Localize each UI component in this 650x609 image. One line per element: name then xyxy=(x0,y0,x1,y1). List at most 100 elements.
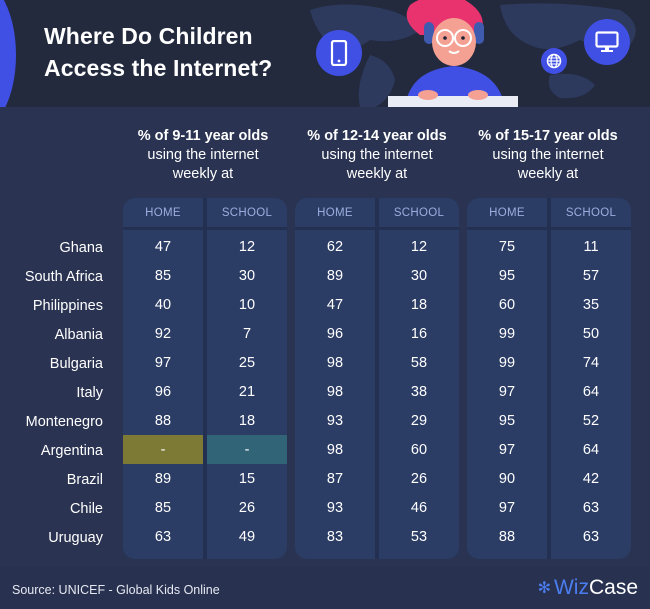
table-cell: 40 xyxy=(154,296,172,313)
table-cell: 47 xyxy=(154,238,172,255)
table-cell: 99 xyxy=(498,325,516,342)
column-header-school: SCHOOL xyxy=(379,198,459,230)
row-label: Italy xyxy=(76,384,103,401)
row-label: Albania xyxy=(54,326,103,343)
group-header-12-14: % of 12-14 year olds using the internet … xyxy=(292,127,462,184)
table-cell: 50 xyxy=(582,325,600,342)
row-label: Ghana xyxy=(59,239,103,256)
table-cell: 7 xyxy=(242,325,252,342)
group-title-line: using the internet xyxy=(492,147,604,163)
column-header-home: HOME xyxy=(467,198,547,230)
table-cell: 96 xyxy=(154,383,172,400)
column-header-school: SCHOOL xyxy=(551,198,631,230)
smartphone-icon-badge xyxy=(316,30,362,76)
source-note: Source: UNICEF - Global Kids Online xyxy=(12,583,220,597)
table-cell: 63 xyxy=(582,528,600,545)
group-title-bold: % of 15-17 year olds xyxy=(478,128,618,144)
row-label: Bulgaria xyxy=(49,355,103,372)
column-header-school: SCHOOL xyxy=(207,198,287,230)
table-cell: 46 xyxy=(410,499,428,516)
row-label: Uruguay xyxy=(48,529,103,546)
table-cell: 97 xyxy=(498,383,516,400)
group-title-line: using the internet xyxy=(321,147,433,163)
group-title-line: using the internet xyxy=(147,147,259,163)
table-cell: 93 xyxy=(326,499,344,516)
column-header-home: HOME xyxy=(123,198,203,230)
table-cell: 90 xyxy=(498,470,516,487)
table-cell: 63 xyxy=(154,528,172,545)
table-cell: 49 xyxy=(238,528,256,545)
title-line-2: Access the Internet? xyxy=(44,55,273,81)
table-cell: 97 xyxy=(498,441,516,458)
group-title-line: weekly at xyxy=(346,166,408,182)
row-label: Brazil xyxy=(66,471,103,488)
table-cell: 87 xyxy=(326,470,344,487)
brand-name-part2: Case xyxy=(588,576,638,599)
table-cell: 10 xyxy=(238,296,256,313)
table-cell: 38 xyxy=(410,383,428,400)
table-cell: - xyxy=(207,435,287,464)
table-cell: 85 xyxy=(154,267,172,284)
table-cell: 88 xyxy=(498,528,516,545)
footer: Source: UNICEF - Global Kids Online ✻ Wi… xyxy=(0,567,650,609)
group-title-bold: % of 9-11 year olds xyxy=(137,128,269,144)
column-home-9-11: HOME 47 85 40 92 97 96 88 - 89 85 63 xyxy=(123,198,203,559)
table-cell: 88 xyxy=(154,412,172,429)
table-cell: 62 xyxy=(326,238,344,255)
table-cell: 93 xyxy=(326,412,344,429)
table-cell: 29 xyxy=(410,412,428,429)
table-cell: 47 xyxy=(326,296,344,313)
table-cell: 18 xyxy=(410,296,428,313)
panel-9-11: HOME 47 85 40 92 97 96 88 - 89 85 63 SCHOOL 12 30 10… xyxy=(123,198,287,559)
table-cell: 98 xyxy=(326,354,344,371)
table-cell: 12 xyxy=(238,238,256,255)
row-label: Chile xyxy=(69,500,103,517)
brand-name-part1: Wiz xyxy=(553,576,589,599)
table-cell: 64 xyxy=(582,441,600,458)
row-label: South Africa xyxy=(24,268,103,285)
row-label: Philippines xyxy=(32,297,103,314)
column-header-home: HOME xyxy=(295,198,375,230)
row-label: Argentina xyxy=(40,442,103,459)
group-title-bold: % of 12-14 year olds xyxy=(307,128,447,144)
table-cell: 60 xyxy=(498,296,516,313)
table-cell: 53 xyxy=(410,528,428,545)
decorative-blob xyxy=(0,0,16,107)
column-school-12-14: SCHOOL 12 30 18 16 58 38 29 60 26 46 53 xyxy=(379,198,459,559)
table-cell: 26 xyxy=(238,499,256,516)
table-cell: 92 xyxy=(154,325,172,342)
brand-logo: ✻ Wiz Case xyxy=(538,576,638,600)
table-cell: - xyxy=(123,435,203,464)
table-cell: 98 xyxy=(326,441,344,458)
table-cell: 60 xyxy=(410,441,428,458)
table-cell: 11 xyxy=(583,238,599,255)
table-cell: 96 xyxy=(326,325,344,342)
monitor-icon-badge xyxy=(584,19,630,65)
panel-12-14: HOME 62 89 47 96 98 98 93 98 87 93 83 SCHOOL 12 30 1… xyxy=(295,198,459,559)
table-cell: 75 xyxy=(498,238,516,255)
smartphone-icon xyxy=(330,40,348,66)
group-title-line: weekly at xyxy=(172,166,234,182)
table-cell: 74 xyxy=(582,354,600,371)
title-line-1: Where Do Children xyxy=(44,23,253,49)
group-title-line: weekly at xyxy=(517,166,579,182)
table-cell: 85 xyxy=(154,499,172,516)
sparkle-icon: ✻ xyxy=(537,580,551,597)
page-title: Where Do Children Access the Internet? xyxy=(44,20,272,84)
table-cell: 89 xyxy=(326,267,344,284)
table-cell: 58 xyxy=(410,354,428,371)
table-cell: 98 xyxy=(326,383,344,400)
table-cell: 95 xyxy=(498,412,516,429)
hero-banner: Where Do Children Access the Internet? xyxy=(0,0,650,107)
table-cell: 35 xyxy=(582,296,600,313)
table-cell: 16 xyxy=(410,325,428,342)
panel-15-17: HOME 75 95 60 99 99 97 95 97 90 97 88 SCHOOL 11 57 3… xyxy=(467,198,631,559)
data-table: % of 9-11 year olds using the internet w… xyxy=(0,107,650,567)
table-cell: 42 xyxy=(582,470,600,487)
table-cell: 63 xyxy=(582,499,600,516)
table-cell: 57 xyxy=(582,267,600,284)
table-cell: 12 xyxy=(410,238,428,255)
table-cell: 64 xyxy=(582,383,600,400)
column-school-9-11: SCHOOL 12 30 10 7 25 21 18 - 15 26 49 xyxy=(207,198,287,559)
column-school-15-17: SCHOOL 11 57 35 50 74 64 52 64 42 63 63 xyxy=(551,198,631,559)
